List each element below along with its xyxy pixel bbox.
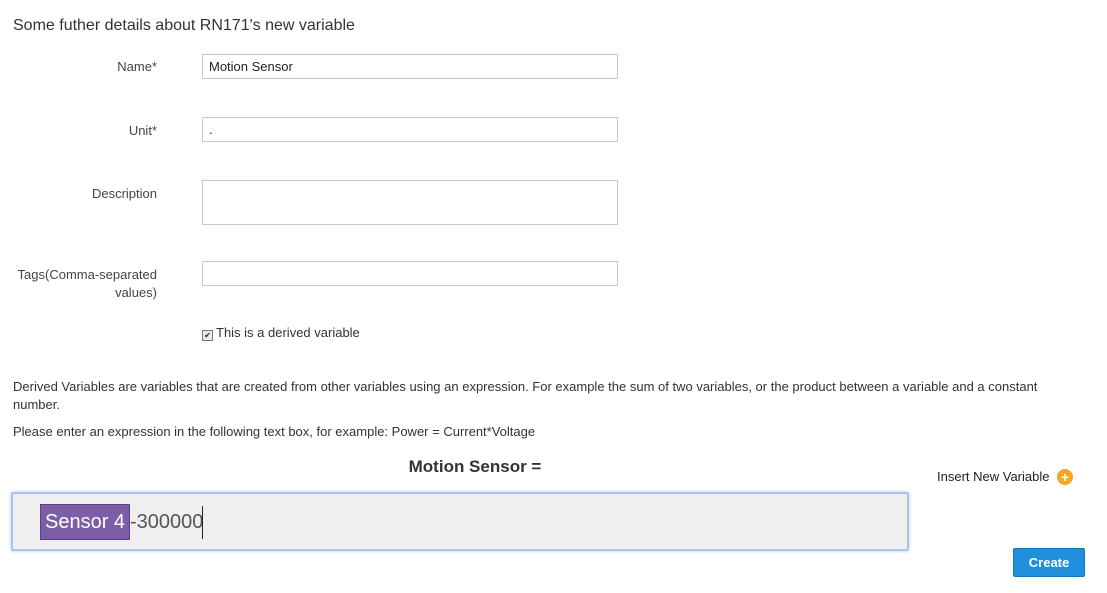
insert-new-variable-link[interactable]: Insert New Variable bbox=[937, 469, 1049, 484]
unit-input[interactable]: . bbox=[202, 117, 618, 142]
derived-variable-checkbox[interactable]: ✔ bbox=[202, 330, 213, 341]
name-label: Name* bbox=[117, 59, 157, 74]
tags-input[interactable] bbox=[202, 261, 618, 286]
tags-label: Tags(Comma-separated values) bbox=[0, 266, 157, 302]
text-caret bbox=[202, 506, 203, 539]
description-textarea[interactable] bbox=[202, 180, 618, 225]
page-heading: Some futher details about RN171's new va… bbox=[13, 17, 355, 34]
tags-label-line1: Tags(Comma-separated bbox=[17, 267, 157, 282]
plus-circle-icon[interactable]: + bbox=[1057, 469, 1073, 485]
tags-label-line2: values) bbox=[115, 285, 157, 300]
variable-chip[interactable]: Sensor 4 bbox=[40, 504, 131, 540]
expression-example: Please enter an expression in the follow… bbox=[13, 424, 536, 439]
expression-text: -300000 bbox=[130, 511, 204, 533]
name-input[interactable]: Motion Sensor bbox=[202, 54, 618, 79]
description-label: Description bbox=[91, 186, 157, 201]
create-button[interactable]: Create bbox=[1013, 548, 1085, 577]
derived-explanation: Derived Variables are variables that are… bbox=[13, 379, 1038, 412]
derived-variable-label: This is a derived variable bbox=[216, 325, 360, 340]
expression-title: Motion Sensor = bbox=[408, 457, 542, 476]
unit-label: Unit* bbox=[128, 123, 157, 138]
